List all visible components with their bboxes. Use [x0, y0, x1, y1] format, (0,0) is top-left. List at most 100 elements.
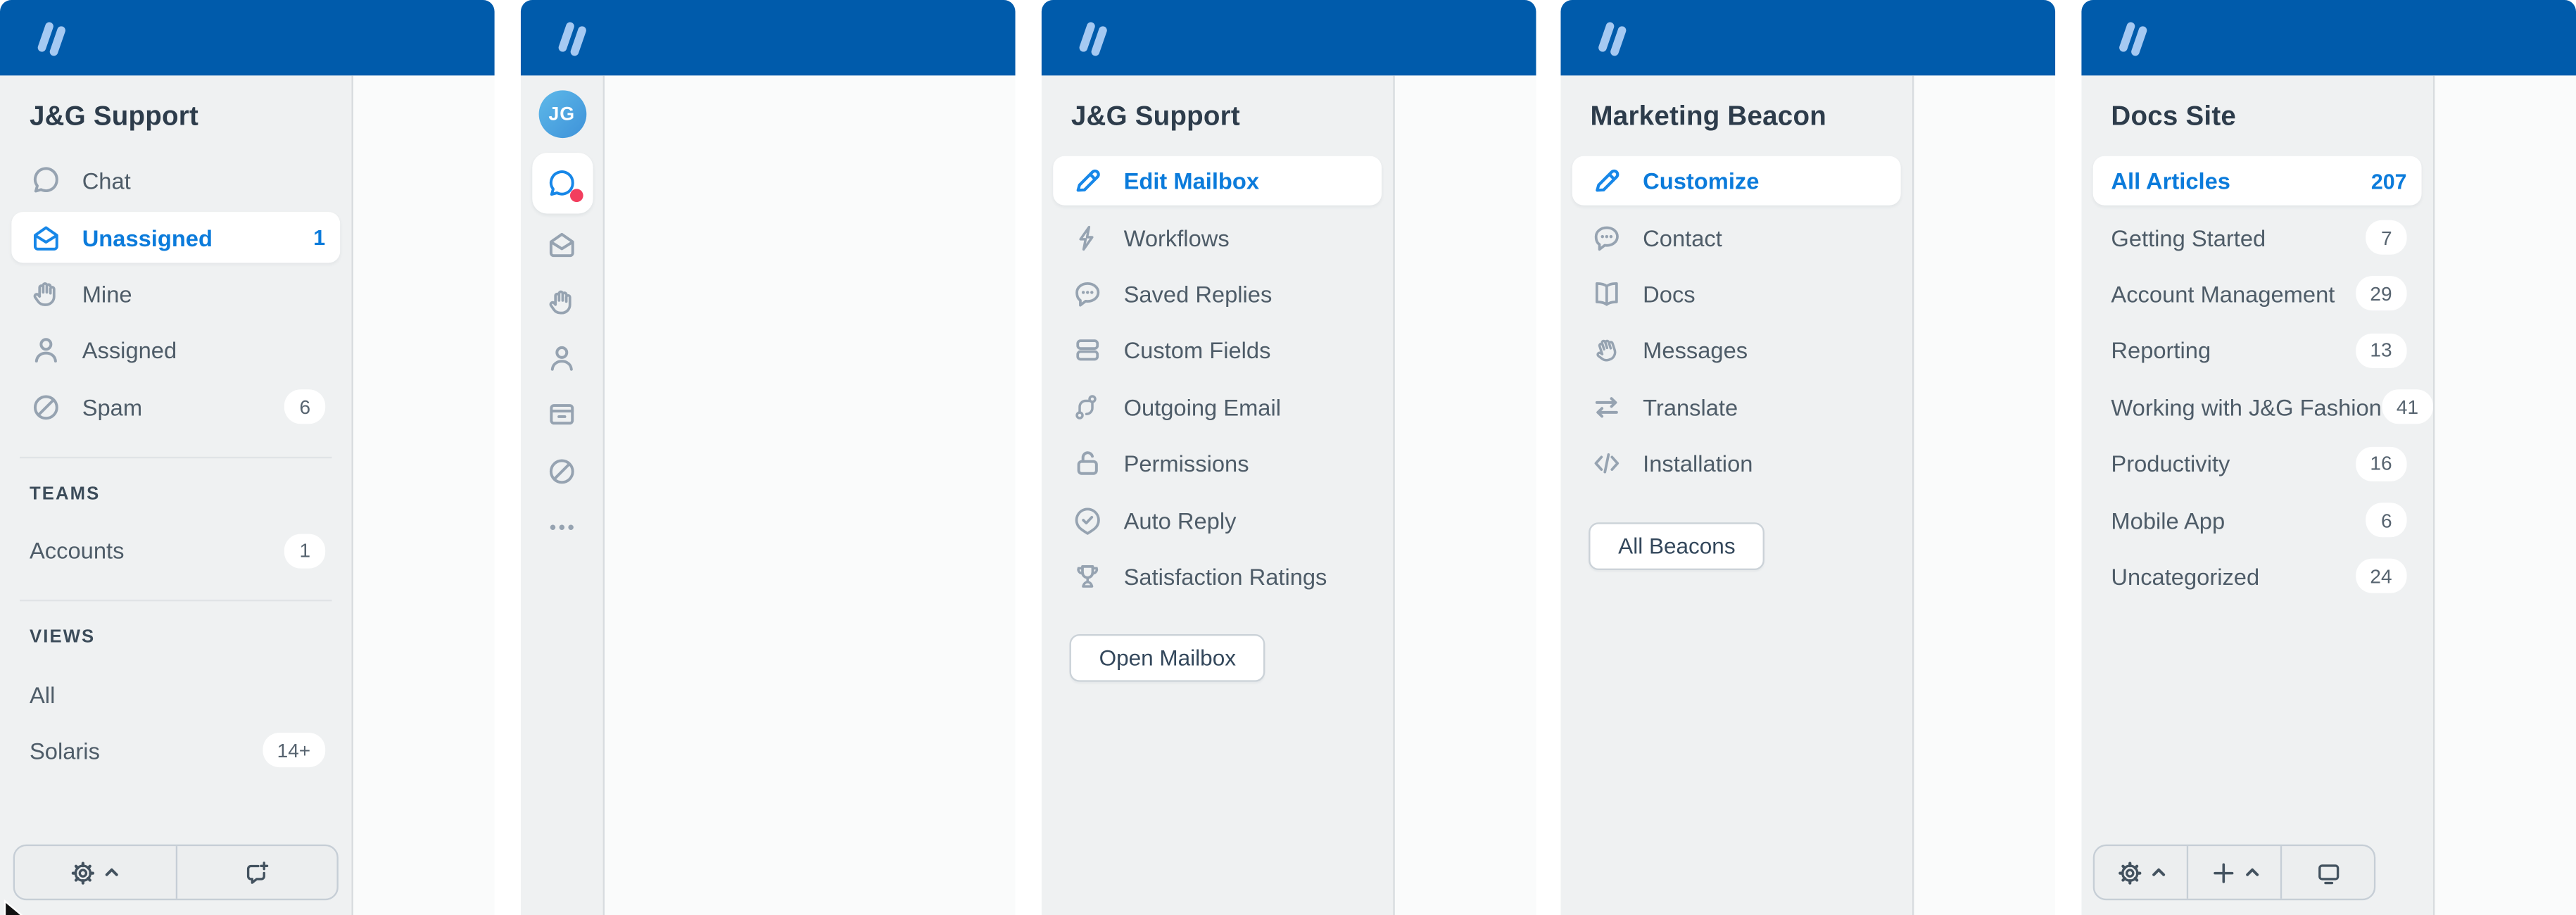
docs-settings-button[interactable]	[2095, 846, 2187, 899]
settings-button[interactable]	[15, 846, 175, 899]
item-label: All	[30, 681, 55, 707]
sidebar-item-docs[interactable]: Docs	[1560, 266, 1912, 322]
open-envelope-icon	[545, 229, 579, 262]
section-heading-views: VIEWS	[30, 626, 322, 650]
sidebar-item-assigned[interactable]: Assigned	[0, 322, 352, 379]
sidebar-item-chat[interactable]: Chat	[0, 153, 352, 209]
sidebar-item-auto-reply[interactable]: Auto Reply	[1042, 492, 1394, 548]
new-conversation-icon	[243, 859, 271, 887]
count-badge: 41	[2382, 390, 2433, 424]
count-badge: 6	[2366, 503, 2407, 537]
person-icon	[30, 334, 63, 367]
brand-logo-icon[interactable]	[26, 16, 69, 59]
sidebar-item-mine[interactable]: Mine	[0, 266, 352, 322]
sidebar-item-spam[interactable]: Spam 6	[0, 379, 352, 435]
rail-item-unassigned[interactable]	[521, 217, 603, 273]
docs-site-title: Docs Site	[2111, 97, 2403, 137]
rail-item-more[interactable]	[521, 499, 603, 555]
sidebar-item-uncategorized[interactable]: Uncategorized 24	[2081, 548, 2433, 605]
sidebar-item-saved-replies[interactable]: Saved Replies	[1042, 266, 1394, 322]
sidebar-item-customize[interactable]: Customize	[1560, 153, 1912, 209]
rail-item-mine[interactable]	[521, 273, 603, 329]
add-article-button[interactable]	[2187, 846, 2280, 899]
sidebar-item-workflows[interactable]: Workflows	[1042, 209, 1394, 265]
hand-icon	[545, 285, 579, 318]
chevron-up-icon	[2243, 864, 2259, 881]
beacon-title: Marketing Beacon	[1590, 97, 1882, 137]
plus-icon	[2209, 859, 2237, 887]
content-area	[2435, 75, 2576, 915]
sidebar-item-account-management[interactable]: Account Management 29	[2081, 266, 2433, 322]
chat-icon	[30, 165, 63, 198]
waving-hand-icon	[1590, 334, 1623, 367]
open-mailbox-button[interactable]: Open Mailbox	[1070, 634, 1265, 682]
item-label: Customize	[1643, 168, 1759, 194]
item-label: Solaris	[30, 738, 100, 764]
mailbox-title: J&G Support	[30, 97, 322, 137]
ellipsis-icon	[545, 511, 579, 544]
item-label: Assigned	[82, 337, 177, 363]
app-header	[1560, 0, 2055, 75]
count-badge: 24	[2355, 560, 2406, 594]
panel-docs-categories: Docs Site All Articles 207 Getting Start…	[2081, 0, 2576, 915]
view-site-button[interactable]	[2280, 846, 2374, 899]
sidebar-item-accounts[interactable]: Accounts 1	[0, 522, 352, 579]
sidebar-item-unassigned[interactable]: Unassigned 1	[0, 209, 352, 265]
item-label: Account Management	[2111, 281, 2335, 307]
new-conversation-button[interactable]	[175, 846, 337, 899]
rail-item-chat[interactable]	[531, 153, 592, 213]
all-beacons-button[interactable]: All Beacons	[1589, 522, 1764, 570]
sidebar-item-custom-fields[interactable]: Custom Fields	[1042, 322, 1394, 379]
pencil-icon	[1071, 165, 1104, 198]
item-label: Messages	[1643, 337, 1748, 363]
article-count: 207	[2371, 169, 2407, 194]
icon-rail-sidebar: JG	[521, 75, 605, 915]
item-label: Installation	[1643, 450, 1753, 477]
sidebar-item-mobile-app[interactable]: Mobile App 6	[2081, 492, 2433, 548]
brand-logo-icon[interactable]	[1068, 16, 1111, 59]
sidebar-item-installation[interactable]: Installation	[1560, 435, 1912, 491]
lightning-icon	[1071, 221, 1104, 254]
sidebar-item-translate[interactable]: Translate	[1560, 379, 1912, 435]
sidebar-item-contact[interactable]: Contact	[1560, 209, 1912, 265]
sidebar-item-working-with-jg-fashion[interactable]: Working with J&G Fashion 41	[2081, 379, 2433, 435]
section-divider	[20, 600, 332, 602]
avatar[interactable]: JG	[538, 90, 586, 138]
rail-item-closed[interactable]	[521, 386, 603, 443]
item-label: Edit Mailbox	[1124, 168, 1259, 194]
brand-logo-icon[interactable]	[1587, 16, 1630, 59]
count-badge: 29	[2355, 277, 2406, 311]
sidebar-item-all[interactable]: All	[0, 666, 352, 722]
notification-dot	[569, 189, 583, 202]
item-label: Saved Replies	[1124, 281, 1273, 307]
brand-logo-icon[interactable]	[547, 16, 590, 59]
item-label: Permissions	[1124, 450, 1249, 477]
content-area	[1914, 75, 2055, 915]
item-label: Outgoing Email	[1124, 394, 1281, 420]
count-badge: 14+	[263, 733, 326, 768]
route-icon	[1071, 391, 1104, 424]
brand-logo-icon[interactable]	[2108, 16, 2151, 59]
rail-item-assigned[interactable]	[521, 330, 603, 386]
translate-icon	[1590, 391, 1623, 424]
panel-mailbox-settings: J&G Support Edit Mailbox Workflows Saved…	[1042, 0, 1536, 915]
app-header	[2081, 0, 2576, 75]
docs-footer-bar	[2093, 845, 2375, 900]
sidebar-item-getting-started[interactable]: Getting Started 7	[2081, 209, 2433, 265]
settings-sidebar: J&G Support Edit Mailbox Workflows Saved…	[1042, 75, 1395, 915]
sidebar-item-messages[interactable]: Messages	[1560, 322, 1912, 379]
app-root: J&G Support Chat Unassigned 1 Mine Assig…	[0, 0, 2576, 915]
rail-item-spam[interactable]	[521, 443, 603, 499]
sidebar-item-permissions[interactable]: Permissions	[1042, 435, 1394, 491]
item-label: All Articles	[2111, 168, 2230, 194]
sidebar-item-all-articles[interactable]: All Articles 207	[2081, 153, 2433, 209]
sidebar-item-outgoing-email[interactable]: Outgoing Email	[1042, 379, 1394, 435]
sidebar-item-satisfaction-ratings[interactable]: Satisfaction Ratings	[1042, 548, 1394, 605]
sidebar-item-edit-mailbox[interactable]: Edit Mailbox	[1042, 153, 1394, 209]
docs-sidebar: Docs Site All Articles 207 Getting Start…	[2081, 75, 2435, 915]
sidebar-item-reporting[interactable]: Reporting 13	[2081, 322, 2433, 379]
sidebar-item-solaris[interactable]: Solaris 14+	[0, 722, 352, 778]
sidebar-item-productivity[interactable]: Productivity 16	[2081, 435, 2433, 491]
chevron-up-icon	[2149, 864, 2166, 881]
content-area	[605, 75, 1016, 915]
